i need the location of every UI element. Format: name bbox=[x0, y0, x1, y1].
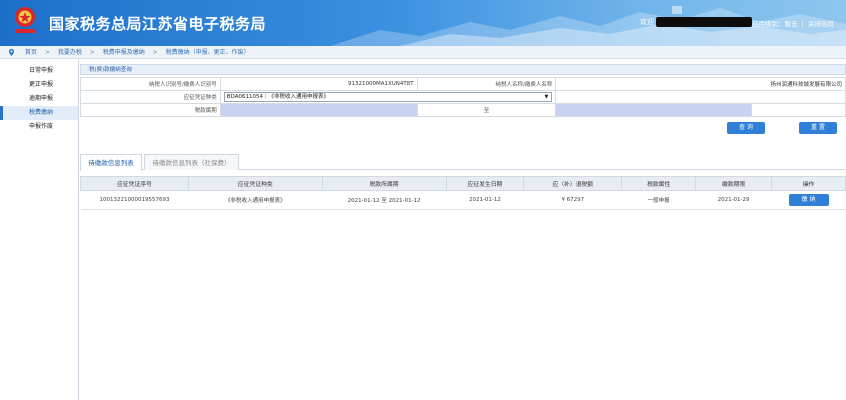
query-row-voucher: 应征凭证种类 BDA0611054｜《非税收入通用申报表》 ▼ bbox=[80, 90, 846, 104]
location-pin-icon bbox=[9, 49, 14, 56]
tab-pending-social-security[interactable]: 待缴款信息列表（社保费） bbox=[144, 154, 239, 170]
header-links: 启用级别：暂无 | 关闭当页 bbox=[752, 20, 834, 28]
tax-period-end-input[interactable] bbox=[555, 103, 753, 117]
column-header: 应征凭证种类 bbox=[187, 176, 323, 191]
taxpayer-name-label: 纳税人名称/缴费人名称 bbox=[416, 77, 557, 91]
sidebar: 日常申报 更正申报 逾期申报 税费缴纳 申报作废 bbox=[0, 59, 79, 400]
cell-occur-date: 2021-01-12 bbox=[446, 190, 524, 210]
header-banner: 国家税务总局江苏省电子税务局 欢迎 启用级别：暂无 | 关闭当页 bbox=[0, 0, 846, 46]
page: 国家税务总局江苏省电子税务局 欢迎 启用级别：暂无 | 关闭当页 首页 > 我要… bbox=[0, 0, 846, 400]
dropdown-caret-icon: ▼ bbox=[544, 94, 549, 100]
welcome-prefix: 欢迎 bbox=[640, 18, 654, 26]
column-header: 应（补）退税额 bbox=[523, 176, 623, 191]
voucher-type-selected: BDA0611054｜《非税收入通用申报表》 bbox=[226, 94, 329, 100]
query-form: 纳税人识别号/缴费人识别号 91321000MA1XUN4T8T 纳税人名称/缴… bbox=[80, 77, 846, 117]
query-row-taxpayer: 纳税人识别号/缴费人识别号 91321000MA1XUN4T8T 纳税人名称/缴… bbox=[80, 77, 846, 91]
sidebar-item-daily-declare[interactable]: 日常申报 bbox=[0, 64, 78, 78]
national-tax-emblem-icon bbox=[15, 7, 35, 33]
voucher-type-select[interactable]: BDA0611054｜《非税收入通用申报表》 ▼ bbox=[223, 92, 553, 102]
login-role-label: 启用级别：暂无 bbox=[752, 20, 798, 28]
tab-pending-payment[interactable]: 待缴款信息列表 bbox=[80, 154, 142, 171]
cell-amount: ¥ 67297 bbox=[523, 190, 622, 210]
close-page-link[interactable]: 关闭当页 bbox=[808, 20, 834, 28]
table-header-row: 应征凭证序号 应征凭证种类 税款所属期 应征发生日期 应（补）退税额 税款属性 … bbox=[80, 176, 846, 191]
column-header: 应征凭证序号 bbox=[80, 176, 189, 191]
column-header: 缴款期限 bbox=[695, 176, 773, 191]
column-header: 操作 bbox=[771, 176, 846, 191]
taxpayer-name-value: 扬州润通科技城发展有限公司 bbox=[555, 77, 846, 91]
period-to-label: 至 bbox=[416, 103, 557, 117]
pay-button[interactable]: 缴 纳 bbox=[788, 194, 829, 206]
site-title: 国家税务总局江苏省电子税务局 bbox=[49, 15, 267, 33]
tax-period-start-input[interactable] bbox=[219, 103, 418, 117]
table-row: 10013221000019557693 《非税收入通用申报表》 2021-01… bbox=[80, 190, 846, 210]
redacted-username bbox=[656, 17, 752, 27]
breadcrumb-home[interactable]: 首页 bbox=[25, 49, 37, 56]
pending-payment-table: 应征凭证序号 应征凭证种类 税款所属期 应征发生日期 应（补）退税额 税款属性 … bbox=[80, 176, 846, 210]
reset-button[interactable]: 重 置 bbox=[799, 122, 837, 134]
breadcrumb-tax-handling[interactable]: 我要办税 bbox=[58, 49, 82, 56]
voucher-type-label: 应征凭证种类 bbox=[80, 90, 221, 104]
user-welcome: 欢迎 bbox=[640, 17, 752, 27]
cell-attribute: 一般申报 bbox=[621, 190, 696, 210]
column-header: 税款所属期 bbox=[321, 176, 447, 191]
query-button[interactable]: 查 询 bbox=[727, 122, 765, 134]
sidebar-item-correction-declare[interactable]: 更正申报 bbox=[0, 78, 78, 92]
query-row-period: 税款属期 至 bbox=[80, 103, 846, 117]
breadcrumb: 首页 > 我要办税 > 税费申报及缴纳 > 税费缴纳（申报、更正、作废） bbox=[0, 46, 846, 59]
cell-voucher-type: 《非税收入通用申报表》 bbox=[188, 190, 323, 210]
taxpayer-id-value: 91321000MA1XUN4T8T bbox=[219, 77, 418, 91]
taxpayer-id-label: 纳税人识别号/缴费人识别号 bbox=[80, 77, 221, 91]
sidebar-item-overdue-declare[interactable]: 逾期申报 bbox=[0, 92, 78, 106]
breadcrumb-current: 税费缴纳（申报、更正、作废） bbox=[165, 49, 250, 56]
breadcrumb-declare-pay[interactable]: 税费申报及缴纳 bbox=[103, 49, 145, 56]
tax-period-label: 税款属期 bbox=[80, 103, 221, 117]
cell-voucher-no: 10013221000019557693 bbox=[80, 190, 189, 210]
cell-deadline: 2021-01-29 bbox=[695, 190, 772, 210]
main-content: 税(费)款缴纳查询 纳税人识别号/缴费人识别号 91321000MA1XUN4T… bbox=[80, 59, 846, 400]
column-header: 应征发生日期 bbox=[445, 176, 525, 191]
list-tabs: 待缴款信息列表 待缴款信息列表（社保费） bbox=[80, 154, 846, 171]
column-header: 税款属性 bbox=[621, 176, 697, 191]
query-panel-title: 税(费)款缴纳查询 bbox=[80, 64, 846, 75]
sidebar-item-tax-payment[interactable]: 税费缴纳 bbox=[0, 106, 78, 120]
cell-period: 2021-01-12 至 2021-01-12 bbox=[322, 190, 446, 210]
sidebar-item-declare-void[interactable]: 申报作废 bbox=[0, 120, 78, 134]
